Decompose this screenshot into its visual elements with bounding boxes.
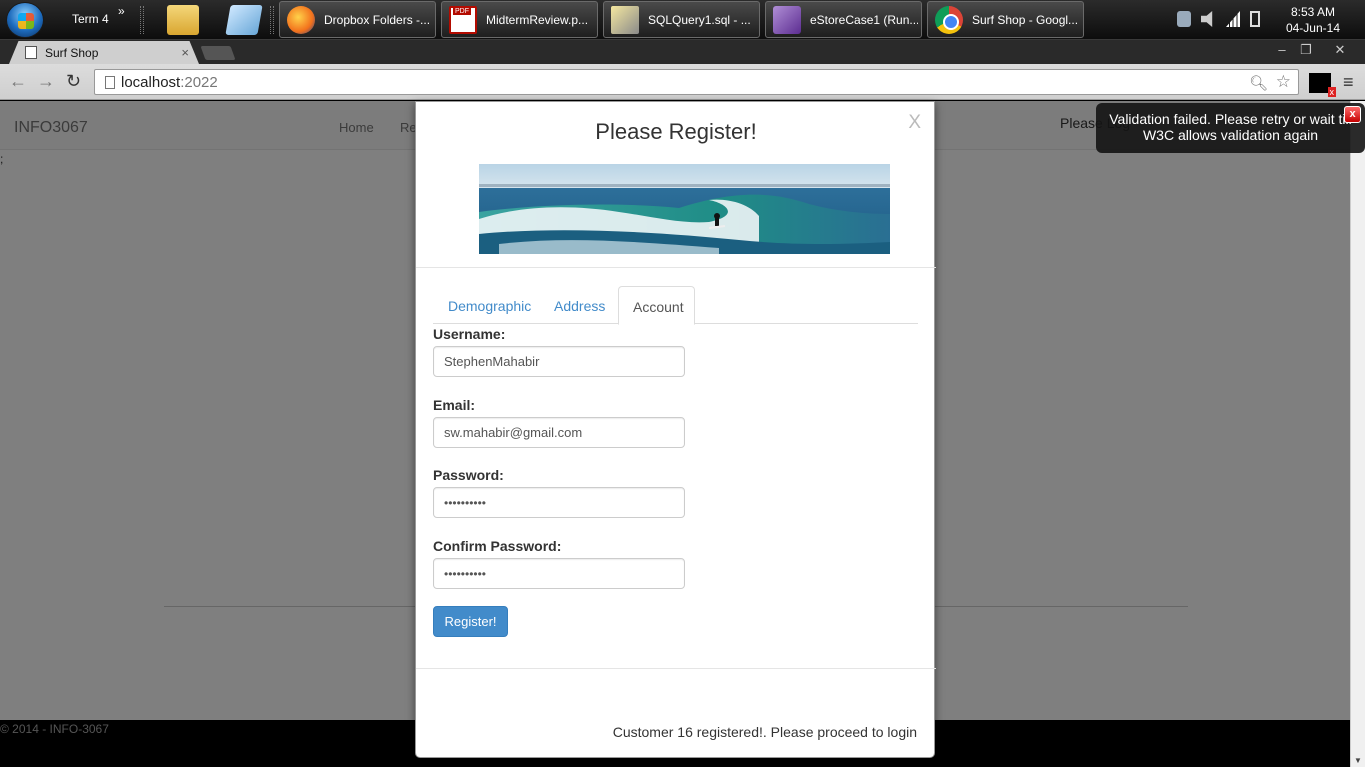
browser-menu-icon[interactable]: ≡ — [1343, 72, 1354, 93]
page-scrollbar[interactable]: ▲ ▼ — [1350, 101, 1365, 767]
confirm-password-label: Confirm Password: — [433, 538, 562, 554]
email-label: Email: — [433, 397, 476, 413]
volume-muted-icon[interactable] — [1201, 11, 1213, 27]
window-close-button[interactable]: ✕ — [1327, 42, 1353, 58]
browser-toolbar: ← → ↻ localhost:2022 🔍︎ ☆ ≡ — [0, 64, 1365, 100]
firefox-icon — [287, 6, 315, 34]
visual-studio-icon — [773, 6, 801, 34]
tab-close-icon[interactable]: × — [181, 45, 189, 60]
address-bar[interactable]: localhost:2022 🔍︎ ☆ — [94, 69, 1299, 95]
reload-icon[interactable]: ↻ — [66, 71, 81, 92]
registration-status-message: Customer 16 registered!. Please proceed … — [612, 724, 917, 740]
bookmark-star-icon[interactable]: ☆ — [1276, 72, 1291, 92]
clock-date: 04-Jun-14 — [1285, 21, 1340, 35]
new-tab-button[interactable] — [200, 46, 236, 60]
validator-extension-icon[interactable] — [1309, 73, 1336, 97]
toolbar-overflow-chevron[interactable]: » — [118, 4, 125, 18]
taskbar-item-label: SQLQuery1.sql - ... — [648, 13, 751, 27]
modal-title: Please Register! — [595, 119, 757, 144]
clock-time: 8:53 AM — [1290, 5, 1335, 19]
address-url[interactable]: localhost:2022 — [121, 74, 218, 91]
register-button[interactable]: Register! — [433, 606, 508, 637]
battery-icon[interactable] — [1250, 11, 1260, 27]
chrome-icon — [935, 6, 963, 34]
taskbar-item-firefox[interactable]: Dropbox Folders -... — [279, 1, 436, 38]
toast-close-button[interactable]: x — [1344, 106, 1361, 123]
taskbar-item-sql[interactable]: SQLQuery1.sql - ... — [603, 1, 760, 38]
page-favicon-icon — [25, 46, 37, 59]
browser-tab-strip: Surf Shop × ‒ ❐ ✕ — [0, 40, 1365, 64]
network-tray-icon[interactable] — [1177, 11, 1191, 27]
toolbar-term-label[interactable]: Term 4 — [72, 12, 109, 26]
taskbar-item-chrome[interactable]: Surf Shop - Googl... — [927, 1, 1084, 38]
back-arrow-icon[interactable]: ← — [9, 71, 27, 92]
register-modal: Please Register! X Demographic Address A… — [415, 101, 936, 758]
password-field[interactable] — [433, 487, 685, 518]
modal-header-divider — [416, 267, 936, 268]
surf-banner-image — [479, 164, 890, 254]
url-host: localhost — [121, 74, 181, 91]
start-button[interactable] — [6, 2, 44, 38]
toast-message-line1: Validation failed. Please retry or wait … — [1109, 111, 1352, 127]
confirm-password-field[interactable] — [433, 558, 685, 589]
signal-strength-icon[interactable] — [1226, 11, 1240, 27]
taskbar-item-label: eStoreCase1 (Run... — [810, 13, 918, 27]
window-restore-button[interactable]: ❐ — [1293, 42, 1319, 58]
modal-close-button[interactable]: X — [908, 112, 921, 134]
taskbar-item-label: Dropbox Folders -... — [324, 13, 431, 27]
sticky-notes-icon[interactable] — [225, 5, 263, 35]
validation-toast: Validation failed. Please retry or wait … — [1096, 103, 1365, 153]
register-tabs: Demographic Address Account — [433, 286, 918, 325]
browser-tab-title: Surf Shop — [45, 46, 99, 60]
taskbar-separator — [270, 6, 274, 34]
modal-footer-divider — [416, 668, 936, 669]
tab-account[interactable]: Account — [618, 286, 695, 325]
toast-message-line2: W3C allows validation again — [1142, 127, 1319, 143]
tab-demographic[interactable]: Demographic — [433, 286, 546, 324]
username-field[interactable] — [433, 346, 685, 377]
search-icon[interactable]: 🔍︎ — [1249, 74, 1268, 92]
window-minimize-button[interactable]: ‒ — [1269, 42, 1295, 57]
page-icon — [105, 76, 115, 89]
pdf-icon — [449, 6, 477, 34]
taskbar-item-visual-studio[interactable]: eStoreCase1 (Run... — [765, 1, 922, 38]
email-field[interactable] — [433, 417, 685, 448]
taskbar-item-pdf[interactable]: MidtermReview.p... — [441, 1, 598, 38]
tab-address[interactable]: Address — [539, 286, 620, 324]
browser-tab-surf-shop[interactable]: Surf Shop × — [9, 41, 199, 64]
scroll-down-icon[interactable]: ▼ — [1354, 756, 1362, 765]
taskbar-item-label: Surf Shop - Googl... — [972, 13, 1079, 27]
system-clock[interactable]: 8:53 AM 04-Jun-14 — [1286, 4, 1340, 36]
forward-arrow-icon[interactable]: → — [37, 71, 55, 92]
taskbar-item-label: MidtermReview.p... — [486, 13, 589, 27]
taskbar-separator — [140, 6, 144, 34]
url-port: :2022 — [180, 74, 218, 91]
explorer-folder-icon[interactable] — [167, 5, 199, 35]
password-label: Password: — [433, 467, 504, 483]
username-label: Username: — [433, 326, 506, 342]
sql-icon — [611, 6, 639, 34]
windows-taskbar: Term 4 » Dropbox Folders -... MidtermRev… — [0, 0, 1365, 40]
surf-banner-graphic — [479, 164, 890, 254]
